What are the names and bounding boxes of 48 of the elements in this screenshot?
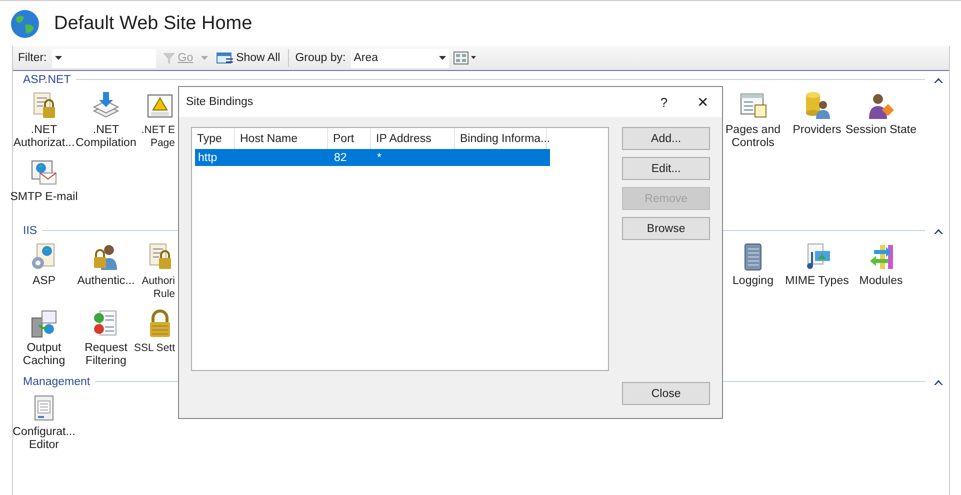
dialog-button[interactable]: Edit... bbox=[622, 157, 710, 180]
close-icon[interactable]: ✕ bbox=[684, 94, 722, 110]
table-cell-text: 82 bbox=[333, 150, 348, 166]
feature-label[interactable]: Modules bbox=[859, 275, 903, 288]
feature-label[interactable]: Output Caching bbox=[22, 342, 66, 368]
dropdown-arrow-icon[interactable] bbox=[54, 56, 62, 60]
feature-label[interactable]: Request Filtering bbox=[84, 342, 128, 368]
feature-label[interactable]: Authentic... bbox=[77, 275, 135, 288]
feature-label[interactable]: SMTP E-mail bbox=[10, 191, 78, 204]
collapse-chevron-icon[interactable] bbox=[934, 228, 943, 234]
close-button[interactable]: Close bbox=[622, 382, 710, 405]
dialog-button[interactable]: Browse bbox=[622, 217, 710, 240]
section-title: ASP.NET bbox=[23, 74, 71, 86]
feature-label[interactable]: Providers bbox=[792, 124, 842, 137]
filter-label: Filter: bbox=[18, 52, 47, 64]
binding-row[interactable]: http 82 * bbox=[195, 149, 550, 166]
feature-label[interactable]: SSL Sett bbox=[134, 342, 175, 355]
section-title: Management bbox=[23, 376, 90, 388]
show-all-button[interactable]: Show All bbox=[214, 51, 282, 65]
person-icon[interactable] bbox=[866, 91, 896, 121]
feature-label[interactable]: Configurat... Editor bbox=[12, 426, 76, 452]
view-icon[interactable] bbox=[452, 51, 477, 65]
feature-label[interactable]: Session State bbox=[846, 124, 916, 137]
feature-label[interactable]: Logging bbox=[732, 275, 774, 288]
feature-label[interactable]: MIME Types bbox=[785, 275, 849, 288]
feature-label[interactable]: .NET E Page bbox=[141, 124, 175, 150]
filter-field[interactable] bbox=[52, 48, 156, 68]
collapse-chevron-icon[interactable] bbox=[934, 378, 943, 384]
feature-label[interactable]: .NET Compilation bbox=[76, 124, 136, 150]
group-by-dropdown[interactable]: Area bbox=[350, 48, 449, 68]
feature-label[interactable]: Pages and Controls bbox=[726, 124, 780, 150]
globe-icon bbox=[10, 8, 40, 38]
page-title: Default Web Site Home bbox=[54, 12, 252, 34]
feature-label[interactable]: .NET Authorizat... bbox=[13, 124, 75, 150]
dialog-button[interactable]: Add... bbox=[622, 127, 710, 150]
dropdown-arrow-icon[interactable] bbox=[438, 56, 446, 60]
section-title: IIS bbox=[23, 224, 38, 236]
help-button[interactable]: ? bbox=[644, 94, 684, 110]
feature-label[interactable]: Authori Rule bbox=[142, 275, 175, 301]
window-icon bbox=[216, 51, 234, 65]
collapse-chevron-icon[interactable] bbox=[934, 76, 943, 82]
group-by-label: Group by: bbox=[295, 52, 346, 64]
table-cell-text: * bbox=[376, 150, 382, 166]
feature-label[interactable]: ASP bbox=[32, 275, 56, 288]
table-cell-text: http bbox=[197, 150, 218, 166]
dialog-title: Site Bindings bbox=[186, 96, 254, 108]
server-icon[interactable] bbox=[29, 309, 59, 339]
funnel-icon bbox=[162, 51, 176, 65]
